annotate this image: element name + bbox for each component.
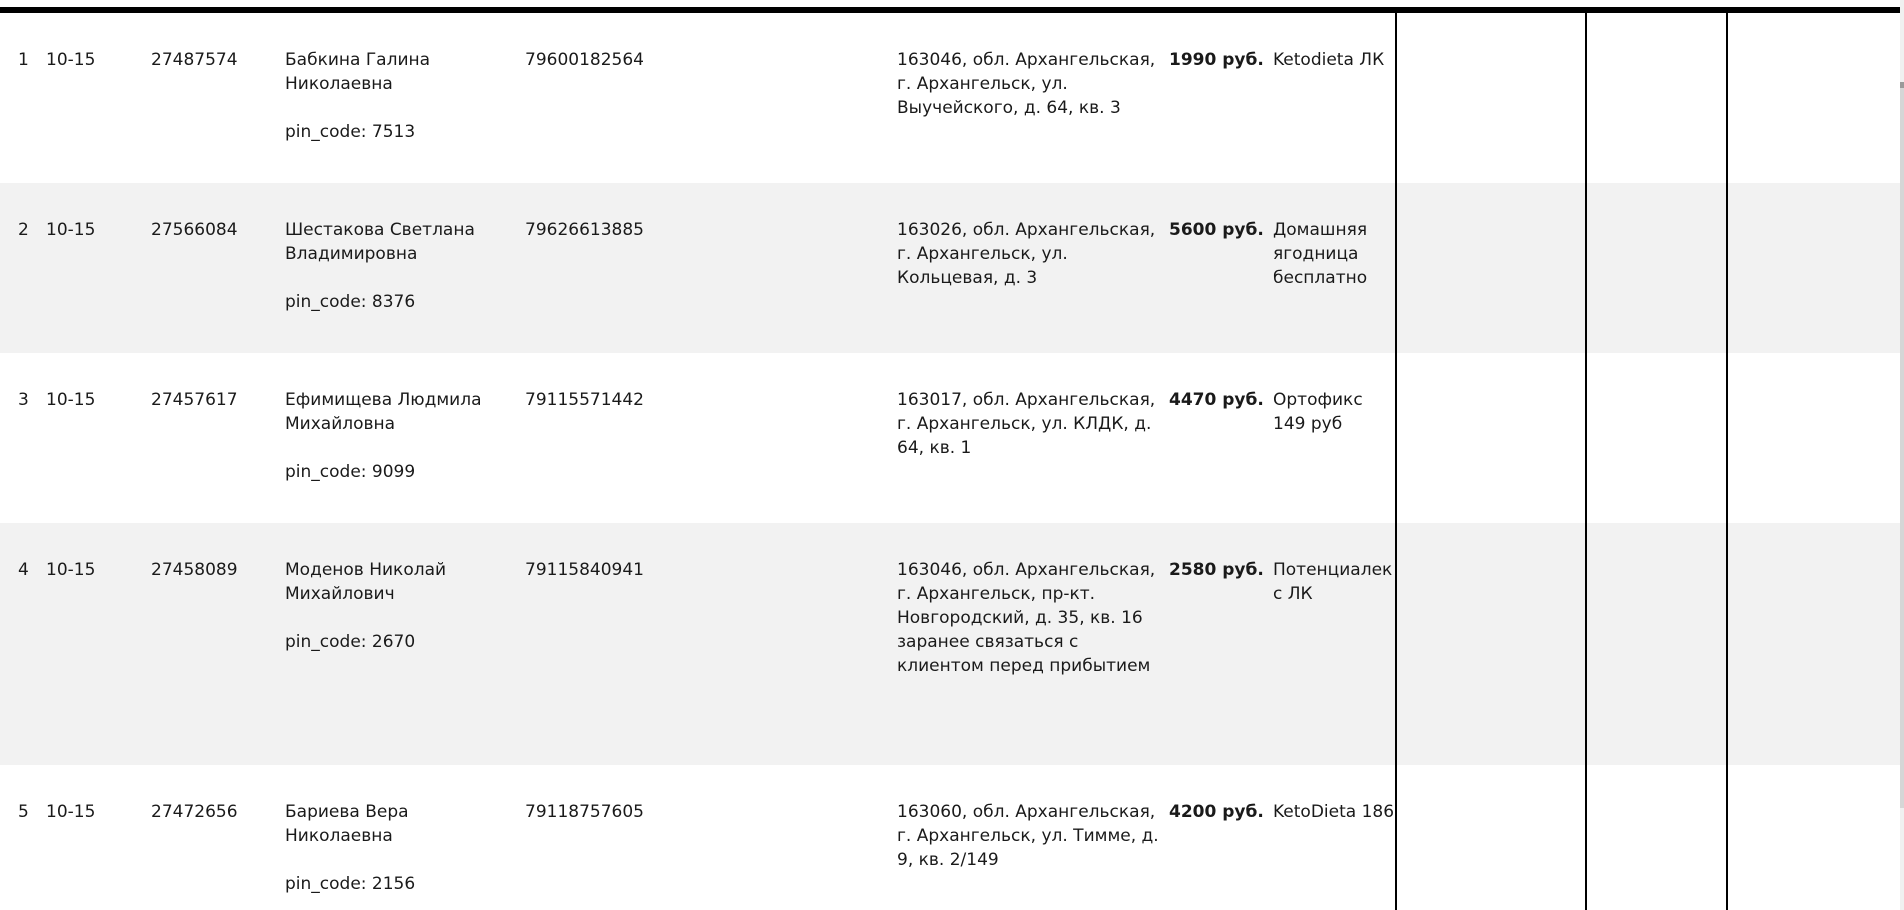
product-name: Ketodieta ЛК — [1273, 13, 1396, 183]
empty-cell — [1395, 523, 1586, 765]
empty-cell — [1395, 183, 1586, 353]
delivery-time: 10-15 — [18, 183, 151, 353]
empty-cell — [1726, 353, 1900, 523]
empty-cell — [1395, 13, 1586, 183]
empty-cell — [1726, 13, 1900, 183]
scrollbar-thumb[interactable] — [1900, 88, 1904, 808]
order-price: 1990 руб. — [1169, 13, 1273, 183]
delivery-time: 10-15 — [18, 765, 151, 910]
phone-number: 79118757605 — [525, 765, 897, 910]
product-name: KetoDieta 186 — [1273, 765, 1396, 910]
delivery-address: 163060, обл. Архангельская, г. Архангель… — [897, 765, 1169, 910]
customer-name: Шестакова Светлана Владимировна — [285, 220, 475, 264]
table-row: 4 10-15 27458089 Моденов Николай Михайло… — [0, 523, 1900, 765]
order-id: 27566084 — [151, 183, 285, 353]
empty-cell — [1395, 353, 1586, 523]
table-row: 2 10-15 27566084 Шестакова Светлана Влад… — [0, 183, 1900, 353]
customer-name: Моденов Николай Михайлович — [285, 560, 447, 604]
product-name: Домашняя ягодница бесплатно — [1273, 183, 1396, 353]
empty-cell — [1585, 523, 1727, 765]
phone-number: 79115571442 — [525, 353, 897, 523]
product-name: Потенциалекс ЛК — [1273, 523, 1396, 765]
pin-code: pin_code: 2156 — [285, 874, 416, 894]
product-name: Ортофикс 149 руб — [1273, 353, 1396, 523]
viewport: 1 10-15 27487574 Бабкина Галина Николаев… — [0, 0, 1904, 910]
customer-cell: Бариева Вера Николаевна pin_code: 2156 — [285, 765, 525, 910]
empty-cell — [1726, 183, 1900, 353]
pin-code: pin_code: 2670 — [285, 632, 416, 652]
phone-number: 79115840941 — [525, 523, 897, 765]
delivery-address: 163046, обл. Архангельская, г. Архангель… — [897, 523, 1169, 765]
order-id: 27457617 — [151, 353, 285, 523]
customer-cell: Бабкина Галина Николаевна pin_code: 7513 — [285, 13, 525, 183]
delivery-time: 10-15 — [18, 13, 151, 183]
phone-number: 79626613885 — [525, 183, 897, 353]
orders-table: 1 10-15 27487574 Бабкина Галина Николаев… — [0, 13, 1900, 910]
row-number: 4 — [0, 523, 29, 765]
table-row: 3 10-15 27457617 Ефимищева Людмила Михай… — [0, 353, 1900, 523]
row-number: 2 — [0, 183, 29, 353]
empty-cell — [1585, 13, 1727, 183]
customer-name: Бабкина Галина Николаевна — [285, 50, 431, 94]
empty-cell — [1395, 765, 1586, 910]
row-number: 1 — [0, 13, 29, 183]
order-price: 4200 руб. — [1169, 765, 1273, 910]
customer-name: Ефимищева Людмила Михайловна — [285, 390, 482, 434]
order-id: 27472656 — [151, 765, 285, 910]
vertical-scrollbar[interactable] — [1900, 0, 1904, 910]
delivery-time: 10-15 — [18, 523, 151, 765]
empty-cell — [1585, 353, 1727, 523]
order-id: 27458089 — [151, 523, 285, 765]
orders-page: 1 10-15 27487574 Бабкина Галина Николаев… — [0, 0, 1900, 910]
delivery-address: 163046, обл. Архангельская, г. Архангель… — [897, 13, 1169, 183]
table-row: 5 10-15 27472656 Бариева Вера Николаевна… — [0, 765, 1900, 910]
order-price: 4470 руб. — [1169, 353, 1273, 523]
customer-cell: Моденов Николай Михайлович pin_code: 267… — [285, 523, 525, 765]
phone-number: 79600182564 — [525, 13, 897, 183]
order-id: 27487574 — [151, 13, 285, 183]
pin-code: pin_code: 9099 — [285, 462, 416, 482]
customer-name: Бариева Вера Николаевна — [285, 802, 409, 846]
empty-cell — [1726, 765, 1900, 910]
row-number: 5 — [0, 765, 29, 910]
pin-code: pin_code: 8376 — [285, 292, 416, 312]
delivery-time: 10-15 — [18, 353, 151, 523]
order-price: 2580 руб. — [1169, 523, 1273, 765]
delivery-address: 163026, обл. Архангельская, г. Архангель… — [897, 183, 1169, 353]
pin-code: pin_code: 7513 — [285, 122, 416, 142]
customer-cell: Шестакова Светлана Владимировна pin_code… — [285, 183, 525, 353]
table-row: 1 10-15 27487574 Бабкина Галина Николаев… — [0, 13, 1900, 183]
empty-cell — [1726, 523, 1900, 765]
empty-cell — [1585, 183, 1727, 353]
customer-cell: Ефимищева Людмила Михайловна pin_code: 9… — [285, 353, 525, 523]
order-price: 5600 руб. — [1169, 183, 1273, 353]
empty-cell — [1585, 765, 1727, 910]
delivery-address: 163017, обл. Архангельская, г. Архангель… — [897, 353, 1169, 523]
row-number: 3 — [0, 353, 29, 523]
